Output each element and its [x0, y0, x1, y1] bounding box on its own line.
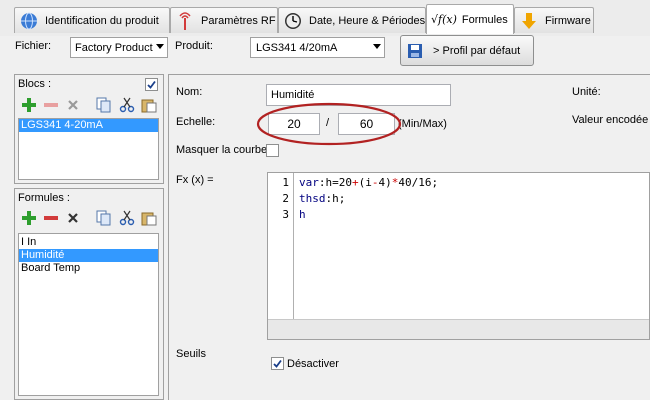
echelle-label: Echelle:	[176, 116, 216, 128]
formules-title: Formules :	[18, 192, 70, 204]
fichier-value: Factory Product	[75, 41, 153, 54]
scissors-icon	[119, 210, 135, 226]
paste-icon	[141, 212, 157, 226]
copy-icon	[96, 210, 111, 226]
blocs-list: LGS341 4-20mA	[18, 118, 159, 180]
produit-label: Produit:	[175, 40, 213, 52]
tab-label: Identification du produit	[45, 14, 159, 27]
scissors-icon	[119, 97, 135, 113]
list-item[interactable]: Humidité	[19, 249, 158, 262]
profil-par-defaut-button[interactable]: > Profil par défaut	[400, 35, 534, 66]
checkmark-icon	[273, 359, 282, 368]
tab-identification[interactable]: Identification du produit	[14, 7, 170, 33]
masquer-label: Masquer la courbe	[176, 144, 268, 156]
line-number: 1	[282, 176, 289, 189]
blocs-title: Blocs :	[18, 78, 52, 90]
produit-value: LGS341 4/20mA	[256, 41, 338, 54]
paste-icon	[141, 99, 157, 113]
tab-label: Date, Heure & Périodes	[309, 14, 426, 27]
echelle-hint: (Min/Max)	[398, 118, 447, 130]
tab-strip: Identification du produit Paramètres RF …	[0, 0, 650, 36]
close-icon	[68, 213, 78, 223]
cut-bloc-button[interactable]	[117, 95, 137, 115]
chevron-down-icon	[373, 44, 381, 49]
line-number: 2	[282, 192, 289, 205]
line-number: 3	[282, 208, 289, 221]
tab-date-heure[interactable]: Date, Heure & Périodes	[278, 7, 426, 33]
fx-label: Fx (x) =	[176, 174, 214, 186]
desactiver-label: Désactiver	[287, 358, 339, 370]
valeur-encodee-label: Valeur encodée	[572, 114, 649, 126]
remove-bloc-button[interactable]	[41, 95, 61, 115]
antenna-icon	[175, 11, 195, 31]
sqrt-fx-icon: √f(x)	[431, 13, 457, 26]
profil-button-label: > Profil par défaut	[433, 44, 521, 57]
delete-formule-button[interactable]	[63, 208, 83, 228]
annotation-ellipse	[256, 102, 402, 146]
list-item[interactable]: Board Temp	[19, 262, 158, 275]
code-editor[interactable]: 1 2 3 var:h=20+(i-4)*40/16; thsd:h; h	[267, 172, 650, 340]
line-gutter: 1 2 3	[268, 173, 294, 319]
close-icon	[68, 100, 78, 110]
fichier-label: Fichier:	[15, 40, 52, 52]
unite-label: Unité:	[572, 86, 601, 98]
seuils-label: Seuils	[176, 348, 206, 360]
chevron-down-icon	[156, 44, 164, 49]
copy-icon	[96, 97, 111, 113]
cut-formule-button[interactable]	[117, 208, 137, 228]
code-line: thsd:h;	[299, 192, 346, 205]
plus-icon	[22, 98, 36, 112]
desactiver-checkbox[interactable]	[271, 357, 284, 370]
paste-formule-button[interactable]	[139, 208, 159, 228]
paste-bloc-button[interactable]	[139, 95, 159, 115]
formules-list: I In Humidité Board Temp	[18, 233, 159, 396]
produit-select[interactable]: LGS341 4/20mA	[250, 37, 385, 58]
code-line: h	[299, 208, 306, 221]
save-icon	[407, 43, 423, 59]
horizontal-scrollbar[interactable]	[268, 319, 649, 339]
code-line: var:h=20+(i-4)*40/16;	[299, 176, 439, 189]
minus-icon	[44, 216, 58, 220]
add-bloc-button[interactable]	[19, 95, 39, 115]
tab-label: Paramètres RF	[201, 14, 276, 27]
globe-icon	[19, 11, 39, 31]
list-item[interactable]: I In	[19, 236, 158, 249]
clock-icon	[283, 11, 303, 31]
checkmark-icon	[147, 80, 156, 89]
tab-formules[interactable]: √f(x) Formules	[426, 4, 514, 34]
masquer-courbe-checkbox[interactable]	[266, 144, 279, 157]
copy-bloc-button[interactable]	[94, 95, 114, 115]
tab-label: Formules	[461, 13, 508, 26]
tab-label: Firmware	[545, 14, 591, 27]
nom-label: Nom:	[176, 86, 203, 98]
down-arrow-icon	[519, 11, 539, 31]
tab-parametres-rf[interactable]: Paramètres RF	[170, 7, 278, 33]
blocs-checkbox[interactable]	[145, 78, 158, 91]
remove-formule-button[interactable]	[41, 208, 61, 228]
fichier-select[interactable]: Factory Product	[70, 37, 168, 58]
plus-icon	[22, 211, 36, 225]
delete-bloc-button[interactable]	[63, 95, 83, 115]
tab-firmware[interactable]: Firmware	[514, 7, 594, 33]
minus-icon	[44, 103, 58, 107]
list-item[interactable]: LGS341 4-20mA	[19, 119, 158, 132]
copy-formule-button[interactable]	[94, 208, 114, 228]
add-formule-button[interactable]	[19, 208, 39, 228]
